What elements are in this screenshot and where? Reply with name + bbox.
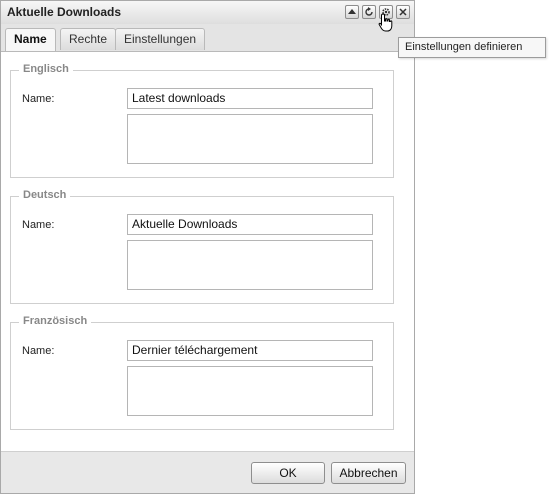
description-textarea-englisch[interactable] xyxy=(127,114,373,164)
description-textarea-deutsch[interactable] xyxy=(127,240,373,290)
description-textarea-franzoesisch[interactable] xyxy=(127,366,373,416)
tab-name[interactable]: Name xyxy=(5,28,56,51)
tooltip: Einstellungen definieren xyxy=(398,37,546,58)
name-input-englisch[interactable]: Latest downloads xyxy=(127,88,373,109)
collapse-icon[interactable] xyxy=(345,5,359,19)
fieldset-legend: Englisch xyxy=(19,63,73,75)
cancel-button[interactable]: Abbrechen xyxy=(331,462,406,484)
refresh-icon[interactable] xyxy=(362,5,376,19)
name-label: Name: xyxy=(22,219,55,231)
title-bar[interactable]: Aktuelle Downloads xyxy=(1,1,414,25)
fieldset-legend: Deutsch xyxy=(19,189,71,201)
tab-strip: Name Rechte Einstellungen xyxy=(1,24,414,52)
tab-content: Englisch Name: Latest downloads Deutsch … xyxy=(1,52,414,453)
fieldset-deutsch: Deutsch Name: Aktuelle Downloads xyxy=(10,189,394,304)
name-input-franzoesisch[interactable]: Dernier téléchargement xyxy=(127,340,373,361)
fieldset-franzoesisch: Französisch Name: Dernier téléchargement xyxy=(10,315,394,430)
fieldset-legend: Französisch xyxy=(19,315,92,327)
dialog-window: Aktuelle Downloads Name Rechte Einstellu… xyxy=(0,0,415,494)
window-title: Aktuelle Downloads xyxy=(7,5,122,19)
dialog-footer: OK Abbrechen xyxy=(1,451,414,493)
name-label: Name: xyxy=(22,93,55,105)
close-icon[interactable] xyxy=(396,5,410,19)
tab-rechte[interactable]: Rechte xyxy=(60,28,117,50)
name-label: Name: xyxy=(22,345,55,357)
ok-button[interactable]: OK xyxy=(251,462,325,484)
tab-einstellungen[interactable]: Einstellungen xyxy=(115,28,206,50)
hand-cursor-icon xyxy=(378,13,394,36)
fieldset-englisch: Englisch Name: Latest downloads xyxy=(10,63,394,178)
name-input-deutsch[interactable]: Aktuelle Downloads xyxy=(127,214,373,235)
